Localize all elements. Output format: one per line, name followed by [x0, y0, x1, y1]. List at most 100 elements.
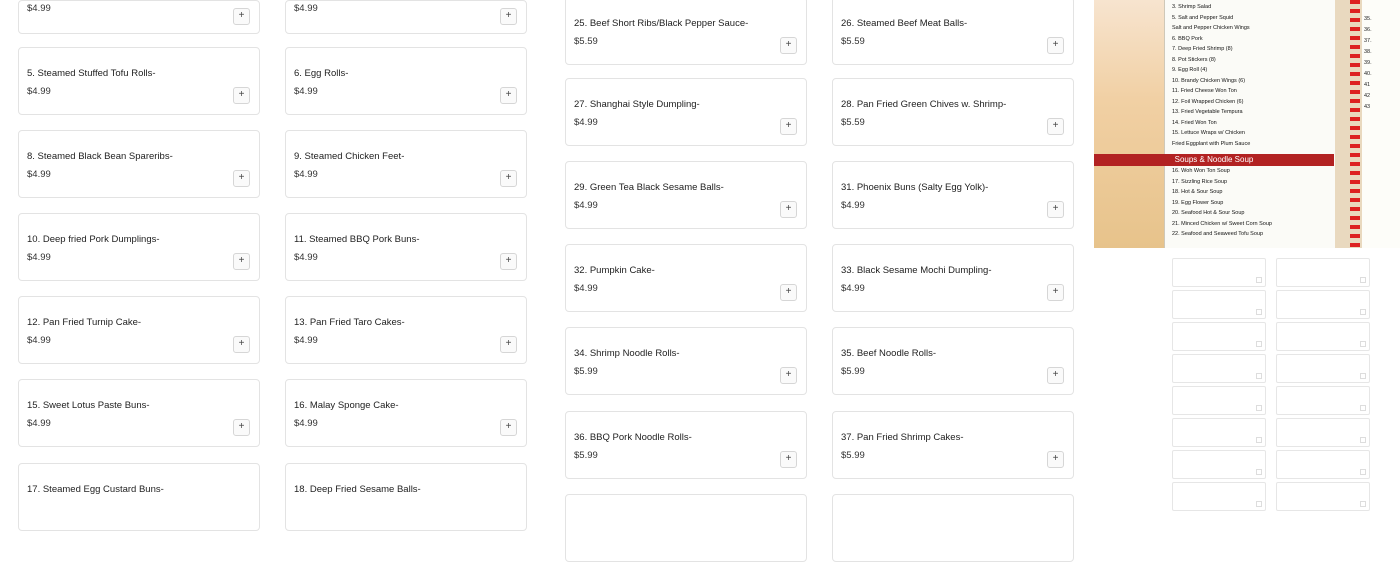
thumbnail-add-icon	[1360, 309, 1366, 315]
menu-thumbnail	[1276, 290, 1370, 319]
menu-thumbnail	[1276, 450, 1370, 479]
menu-item-card[interactable]: 15. Sweet Lotus Paste Buns- $4.99 +	[18, 379, 260, 447]
menu-item-card[interactable]: 16. Malay Sponge Cake- $4.99 +	[285, 379, 527, 447]
menu-photo-line: 9. Egg Roll (4)	[1172, 67, 1208, 73]
menu-item-card[interactable]: 12. Pan Fried Turnip Cake- $4.99 +	[18, 296, 260, 364]
menu-item-card[interactable]: 18. Deep Fried Sesame Balls-	[285, 463, 527, 531]
add-to-cart-icon[interactable]: +	[233, 419, 250, 436]
menu-item-price: $5.99	[841, 450, 865, 461]
menu-photo-number: 41	[1364, 82, 1371, 88]
menu-item-price: $4.99	[294, 335, 318, 346]
add-to-cart-icon[interactable]: +	[500, 419, 517, 436]
menu-item-price: $4.99	[294, 3, 318, 14]
thumbnail-add-icon	[1360, 469, 1366, 475]
add-to-cart-icon[interactable]: +	[780, 37, 797, 54]
add-to-cart-icon[interactable]: +	[780, 201, 797, 218]
menu-item-card[interactable]: 33. Black Sesame Mochi Dumpling- $4.99 +	[832, 244, 1074, 312]
menu-thumbnail	[1172, 354, 1266, 383]
menu-banner: Soups & Noodle Soup	[1094, 154, 1334, 166]
menu-thumbnails	[1172, 258, 1372, 511]
add-to-cart-icon[interactable]: +	[233, 253, 250, 270]
add-to-cart-icon[interactable]: +	[233, 336, 250, 353]
menu-item-name: 9. Steamed Chicken Feet-	[294, 151, 405, 162]
menu-item-name: 35. Beef Noodle Rolls-	[841, 348, 937, 359]
menu-photo-number: 38.	[1364, 49, 1372, 55]
menu-item-card[interactable]: 5. Steamed Stuffed Tofu Rolls- $4.99 +	[18, 47, 260, 115]
menu-thumbnail	[1172, 450, 1266, 479]
menu-item-card[interactable]: 37. Pan Fried Shrimp Cakes- $5.99 +	[832, 411, 1074, 479]
add-to-cart-icon[interactable]: +	[780, 284, 797, 301]
menu-item-name: 17. Steamed Egg Custard Buns-	[27, 484, 164, 495]
add-to-cart-icon[interactable]: +	[233, 87, 250, 104]
menu-item-card[interactable]: 29. Green Tea Black Sesame Balls- $4.99 +	[565, 161, 807, 229]
menu-photo-line: 8. Pot Stickers (8)	[1172, 56, 1216, 63]
thumbnail-add-icon	[1360, 501, 1366, 507]
add-to-cart-icon[interactable]: +	[233, 8, 250, 25]
menu-thumbnail	[1172, 418, 1266, 447]
menu-item-card[interactable]: 25. Beef Short Ribs/Black Pepper Sauce- $…	[565, 0, 807, 65]
menu-item-card[interactable]: 6. Egg Rolls- $4.99 +	[285, 47, 527, 115]
menu-photo-line: 17. Sizzling Rice Soup	[1172, 178, 1228, 185]
menu-item-name: 28. Pan Fried Green Chives w. Shrimp-	[841, 99, 1007, 110]
add-to-cart-icon[interactable]: +	[1047, 118, 1064, 135]
menu-item-price: $4.99	[294, 169, 318, 180]
add-to-cart-icon[interactable]: +	[780, 118, 797, 135]
menu-item-price: $5.99	[574, 366, 598, 377]
add-to-cart-icon[interactable]: +	[1047, 451, 1064, 468]
add-to-cart-icon[interactable]: +	[500, 170, 517, 187]
menu-item-card[interactable]: 11. Steamed BBQ Pork Buns- $4.99 +	[285, 213, 527, 281]
add-to-cart-icon[interactable]: +	[1047, 284, 1064, 301]
menu-item-card[interactable]: 34. Shrimp Noodle Rolls- $5.99 +	[565, 327, 807, 395]
menu-item-card[interactable]: 9. Steamed Chicken Feet- $4.99 +	[285, 130, 527, 198]
menu-item-card[interactable]: 32. Pumpkin Cake- $4.99 +	[565, 244, 807, 312]
add-to-cart-icon[interactable]: +	[1047, 201, 1064, 218]
menu-item-card[interactable]: 8. Steamed Black Bean Spareribs- $4.99 +	[18, 130, 260, 198]
menu-item-price: $4.99	[294, 252, 318, 263]
add-to-cart-icon[interactable]: +	[500, 87, 517, 104]
add-to-cart-icon[interactable]: +	[500, 253, 517, 270]
menu-item-card[interactable]: 27. Shanghai Style Dumpling- $4.99 +	[565, 78, 807, 146]
menu-item-price: $5.59	[841, 117, 865, 128]
menu-photo-line: 15. Lettuce Wraps w/ Chicken	[1172, 130, 1245, 136]
menu-item-card[interactable]: 31. Phoenix Buns (Salty Egg Yolk)- $4.99 +	[832, 161, 1074, 229]
add-to-cart-icon[interactable]: +	[500, 8, 517, 25]
menu-photo-number: 43	[1364, 104, 1371, 110]
menu-thumbnail	[1172, 258, 1266, 287]
thumbnail-add-icon	[1360, 341, 1366, 347]
menu-photo-number: 37.	[1364, 38, 1372, 44]
menu-photo-number: 40.	[1364, 71, 1372, 77]
food-photos	[1094, 0, 1164, 248]
menu-thumbnail	[1276, 418, 1370, 447]
thumbnail-add-icon	[1256, 373, 1262, 379]
add-to-cart-icon[interactable]: +	[1047, 367, 1064, 384]
menu-photo-line: 21. Minced Chicken w/ Sweet Corn Soup	[1172, 220, 1272, 227]
thumbnail-add-icon	[1256, 405, 1262, 411]
thumbnail-add-icon	[1360, 437, 1366, 443]
add-to-cart-icon[interactable]: +	[780, 367, 797, 384]
menu-item-card[interactable]: $4.99 +	[18, 0, 260, 34]
menu-photo-line: 10. Brandy Chicken Wings (6)	[1172, 77, 1246, 84]
menu-item-card[interactable]: 13. Pan Fried Taro Cakes- $4.99 +	[285, 296, 527, 364]
add-to-cart-icon[interactable]: +	[1047, 37, 1064, 54]
menu-item-card[interactable]: 10. Deep fried Pork Dumplings- $4.99 +	[18, 213, 260, 281]
menu-photo-number: 42	[1364, 93, 1371, 99]
menu-item-card[interactable]: 35. Beef Noodle Rolls- $5.99 +	[832, 327, 1074, 395]
add-to-cart-icon[interactable]: +	[233, 170, 250, 187]
menu-photo-line: 6. BBQ Pork	[1172, 35, 1203, 42]
add-to-cart-icon[interactable]: +	[500, 336, 517, 353]
menu-thumbnail	[1276, 258, 1370, 287]
menu-item-card[interactable]: 17. Steamed Egg Custard Buns-	[18, 463, 260, 531]
menu-item-card[interactable]	[565, 494, 807, 562]
menu-item-card[interactable]: 36. BBQ Pork Noodle Rolls- $5.99 +	[565, 411, 807, 479]
menu-item-price: $4.99	[574, 117, 598, 128]
add-to-cart-icon[interactable]: +	[780, 451, 797, 468]
menu-item-card[interactable]: 28. Pan Fried Green Chives w. Shrimp- $5.…	[832, 78, 1074, 146]
menu-photo-line: Fried Eggplant with Plum Sauce	[1172, 140, 1251, 147]
menu-item-name: 33. Black Sesame Mochi Dumpling-	[841, 265, 992, 276]
menu-photo-line: 11. Fried Cheese Won Ton	[1172, 88, 1237, 94]
menu-item-name: 11. Steamed BBQ Pork Buns-	[294, 234, 420, 245]
menu-item-card[interactable]: $4.99 +	[285, 0, 527, 34]
menu-item-card[interactable]	[832, 494, 1074, 562]
menu-item-card[interactable]: 26. Steamed Beef Meat Balls- $5.59 +	[832, 0, 1074, 65]
menu-item-price: $4.99	[27, 335, 51, 346]
